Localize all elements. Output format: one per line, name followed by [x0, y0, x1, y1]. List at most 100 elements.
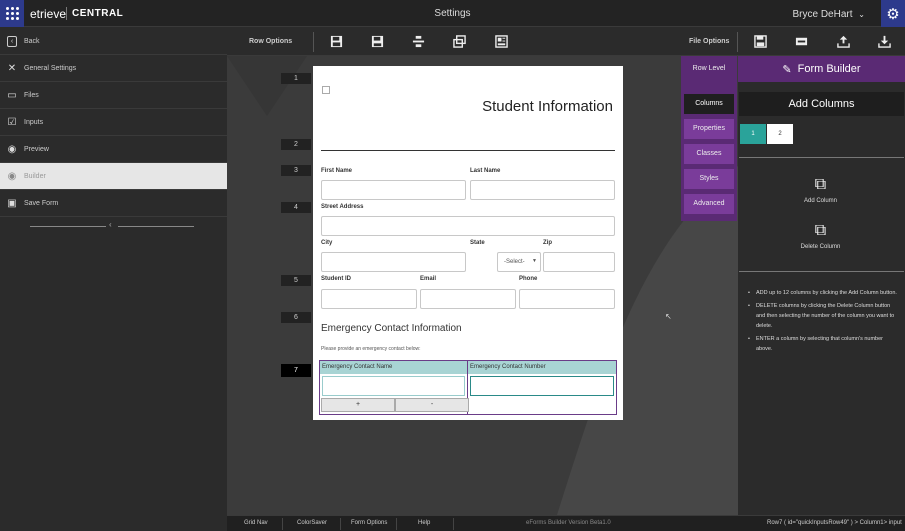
- html-export-icon[interactable]: [794, 34, 808, 48]
- column-2[interactable]: Emergency Contact Number: [468, 361, 616, 414]
- broken-image-icon: [322, 86, 330, 94]
- edit-icon: ✎: [782, 63, 792, 76]
- help-item: ENTER a column by selecting that column'…: [748, 334, 898, 354]
- delete-column-icon: ⧉: [814, 222, 827, 239]
- add-column-button[interactable]: ⧉ Add Column: [778, 176, 863, 204]
- row-options-label: Row Options: [249, 38, 293, 45]
- sidebar-item-label: Inputs: [24, 118, 44, 126]
- last-name-field[interactable]: [470, 180, 615, 200]
- tab-classes[interactable]: Classes: [684, 144, 734, 164]
- sidebar-item-files[interactable]: ▭ Files: [0, 82, 227, 109]
- sidebar-item-back[interactable]: ‹ Back: [0, 28, 227, 55]
- file-options-label: File Options: [689, 38, 730, 45]
- state-select[interactable]: -Select- ▼: [497, 252, 541, 272]
- help-button[interactable]: Help: [418, 520, 430, 526]
- mouse-cursor-icon: ↖: [665, 312, 672, 321]
- sidebar-item-builder[interactable]: ◉ Builder: [0, 163, 227, 190]
- sidebar-item-preview[interactable]: ◉ Preview: [0, 136, 227, 163]
- builder-canvas[interactable]: 1 2 3 4 5 6 7 Student Information First …: [227, 56, 738, 515]
- apps-grid-icon[interactable]: [0, 0, 24, 27]
- state-label: State: [470, 240, 485, 246]
- emergency-contact-number-field[interactable]: [470, 376, 614, 396]
- city-field[interactable]: [321, 252, 466, 272]
- form-paper: Student Information First Name Last Name…: [313, 66, 623, 420]
- form-options-button[interactable]: Form Options: [351, 520, 387, 526]
- row-number-7[interactable]: 7: [281, 364, 311, 377]
- download-icon[interactable]: [877, 34, 891, 48]
- upload-icon[interactable]: [836, 34, 850, 48]
- first-name-field[interactable]: [321, 180, 466, 200]
- chevron-down-icon: ▼: [532, 258, 537, 264]
- user-menu[interactable]: Bryce DeHart ⌄: [793, 9, 866, 20]
- sidebar-item-label: Builder: [24, 172, 46, 180]
- eye-icon: ◉: [7, 143, 17, 155]
- column-pick-2[interactable]: 2: [767, 124, 793, 144]
- divider: [321, 150, 615, 151]
- sidebar-item-label: Files: [24, 91, 39, 99]
- chevron-down-icon: ⌄: [858, 10, 865, 19]
- insert-row-icon[interactable]: [411, 34, 425, 48]
- save-row-as-icon[interactable]: [370, 34, 384, 48]
- row-number-6[interactable]: 6: [281, 312, 311, 323]
- form-builder-panel: ✎ Form Builder Add Columns 1 2 ⧉ Add Col…: [738, 56, 905, 515]
- row-number-2[interactable]: 2: [281, 139, 311, 150]
- status-bar: Grid Nav ColorSaver Form Options Help eF…: [227, 515, 905, 531]
- sidebar-item-general-settings[interactable]: ✕ General Settings: [0, 55, 227, 82]
- top-bar: etrieve CENTRAL Settings Bryce DeHart ⌄ …: [0, 0, 905, 27]
- colorsaver-button[interactable]: ColorSaver: [297, 520, 327, 526]
- duplicate-row-icon[interactable]: [452, 34, 466, 48]
- add-entry-button[interactable]: +: [321, 398, 395, 412]
- last-name-label: Last Name: [470, 168, 501, 174]
- version-text: eForms Builder Version Beta1.0: [526, 520, 611, 526]
- floppy-icon: ▣: [7, 197, 17, 209]
- brand-logo[interactable]: etrieve: [30, 7, 66, 21]
- first-name-label: First Name: [321, 168, 353, 174]
- zip-label: Zip: [543, 240, 552, 246]
- phone-label: Phone: [519, 276, 538, 282]
- row-number-3[interactable]: 3: [281, 165, 311, 176]
- row-number-4[interactable]: 4: [281, 202, 311, 213]
- add-column-label: Add Column: [803, 198, 838, 204]
- save-row-icon[interactable]: [329, 34, 343, 48]
- gear-icon[interactable]: ⚙: [881, 0, 905, 27]
- tab-properties[interactable]: Properties: [684, 119, 734, 139]
- sidebar-item-inputs[interactable]: ☑ Inputs: [0, 109, 227, 136]
- phone-field[interactable]: [519, 289, 615, 309]
- grid-nav-button[interactable]: Grid Nav: [244, 520, 268, 526]
- tab-row-level[interactable]: Row Level: [684, 59, 734, 79]
- delete-column-button[interactable]: ⧉ Delete Column: [778, 222, 863, 250]
- email-field[interactable]: [420, 289, 516, 309]
- user-name-label: Bryce DeHart: [792, 9, 853, 20]
- remove-entry-button[interactable]: -: [395, 398, 469, 412]
- inbox-icon: ▭: [7, 89, 17, 101]
- add-column-icon: ⧉: [814, 176, 827, 193]
- student-id-field[interactable]: [321, 289, 417, 309]
- student-id-label: Student ID: [321, 276, 351, 282]
- help-item: DELETE columns by clicking the Delete Co…: [748, 301, 898, 331]
- street-address-label: Street Address: [321, 204, 364, 210]
- sidebar-item-save-form[interactable]: ▣ Save Form: [0, 190, 227, 217]
- row-level-tabs: Row Level Columns Properties Classes Sty…: [681, 56, 737, 221]
- row-number-5[interactable]: 5: [281, 275, 311, 286]
- column-pick-1[interactable]: 1: [740, 124, 766, 144]
- chevron-left-icon: ‹: [109, 220, 112, 229]
- help-list: ADD up to 12 columns by clicking the Add…: [748, 288, 898, 357]
- zip-field[interactable]: [543, 252, 615, 272]
- help-item: ADD up to 12 columns by clicking the Add…: [748, 288, 898, 298]
- street-address-field[interactable]: [321, 216, 615, 236]
- emergency-contact-name-field[interactable]: [322, 376, 465, 396]
- tab-advanced[interactable]: Advanced: [684, 194, 734, 214]
- row-template-icon[interactable]: [494, 34, 508, 48]
- chevron-left-icon: ‹: [4, 35, 20, 47]
- toolbar: Row Options File Options: [227, 28, 905, 56]
- save-file-icon[interactable]: [753, 34, 767, 48]
- row-number-1[interactable]: 1: [281, 73, 311, 84]
- city-label: City: [321, 240, 333, 246]
- product-name: CENTRAL: [72, 8, 124, 19]
- tab-styles[interactable]: Styles: [684, 169, 734, 189]
- sidebar-collapse-toggle[interactable]: ‹: [30, 220, 194, 230]
- tab-columns[interactable]: Columns: [684, 94, 734, 114]
- selected-row[interactable]: Emergency Contact Name Emergency Contact…: [319, 360, 617, 415]
- form-title[interactable]: Student Information: [482, 98, 613, 115]
- sidebar-item-label: General Settings: [24, 64, 77, 72]
